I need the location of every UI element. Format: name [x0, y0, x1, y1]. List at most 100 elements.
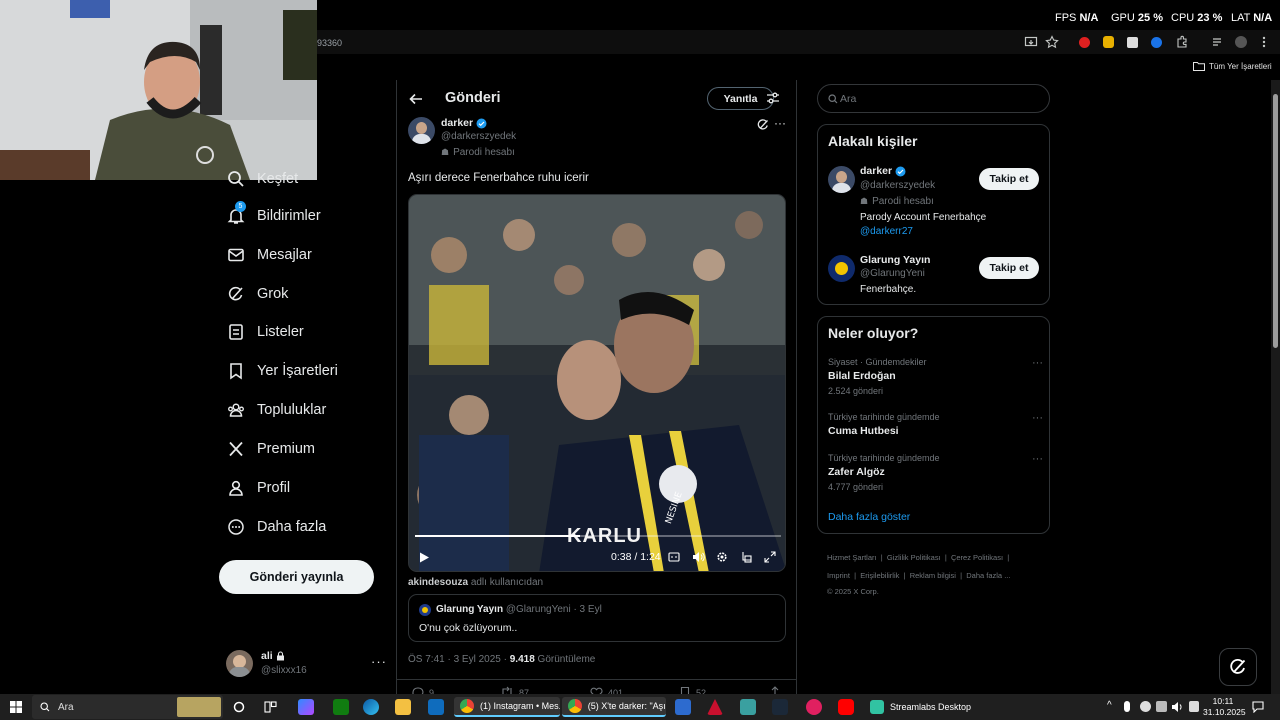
post-button[interactable]: Gönderi yayınla [219, 560, 374, 594]
trend-more-icon[interactable]: ··· [1032, 453, 1043, 465]
taskbar-app[interactable] [333, 697, 349, 717]
nav-messages[interactable]: Mesajlar [226, 240, 312, 270]
taskbar-instagram-window[interactable]: (1) Instagram • Mes... [454, 697, 560, 717]
search-box[interactable]: Ara [817, 84, 1050, 113]
video-progress-track[interactable] [415, 535, 781, 537]
author-avatar[interactable] [408, 117, 435, 144]
trend-item[interactable]: Türkiye tarihinde gündemde Cuma Hutbesi … [828, 412, 1043, 437]
author-handle[interactable]: @darkerszyedek [441, 131, 516, 142]
taskbar-app[interactable] [363, 697, 379, 717]
footer-link[interactable]: Reklam bilgisi [910, 571, 956, 580]
captions-icon[interactable] [668, 551, 680, 563]
taskbar-app[interactable] [806, 697, 822, 717]
person-bio-link[interactable]: @darkerr27 [860, 226, 913, 237]
author-name[interactable]: darker [441, 117, 473, 129]
reply-button[interactable]: Yanıtla [707, 87, 774, 110]
nav-grok[interactable]: Grok [226, 279, 288, 309]
extension-red-icon[interactable] [1079, 37, 1090, 48]
footer-link[interactable]: Imprint [827, 571, 850, 580]
nav-bookmarks[interactable]: Yer İşaretleri [226, 356, 338, 386]
nav-notifications[interactable]: 5 Bildirimler [226, 201, 321, 231]
post-timestamp[interactable]: ÖS 7:41 · 3 Eyl 2025 · [408, 654, 507, 665]
cortana-icon[interactable] [233, 701, 245, 713]
fullscreen-icon[interactable] [764, 551, 776, 563]
footer-link[interactable]: Erişilebilirlik [860, 571, 899, 580]
profile-avatar-icon[interactable] [1235, 36, 1247, 48]
address-bar[interactable]: 93360 [317, 38, 342, 48]
install-app-icon[interactable] [1024, 35, 1038, 49]
notifications-icon[interactable] [1252, 701, 1264, 713]
footer-link[interactable]: Gizlilik Politikası [887, 553, 941, 562]
all-bookmarks-button[interactable]: Tüm Yer İşaretleri [1193, 61, 1272, 71]
post-more-icon[interactable]: ··· [774, 116, 786, 130]
clock[interactable]: 10:11 31.10.2025 [1203, 696, 1246, 718]
taskbar-app[interactable] [772, 697, 788, 717]
taskbar-search[interactable]: Ara [32, 695, 223, 719]
grok-floating-button[interactable] [1219, 648, 1257, 686]
footer-link[interactable]: Hizmet Şartları [827, 553, 877, 562]
quoted-post[interactable]: Glarung Yayın @GlarungYeni · 3 Eyl O'nu … [408, 594, 786, 642]
media-control-icon[interactable] [1211, 35, 1225, 49]
account-more-icon[interactable]: ··· [371, 654, 387, 669]
settings-gear-icon[interactable] [716, 551, 728, 563]
taskbar-streamlabs-window[interactable]: Streamlabs Desktop [866, 697, 972, 717]
tray-app-icon[interactable] [1140, 701, 1151, 712]
tray-chevron-icon[interactable]: ^ [1107, 700, 1112, 711]
network-icon[interactable] [1156, 701, 1167, 712]
follow-button[interactable]: Takip et [979, 257, 1039, 279]
language-icon[interactable] [1189, 701, 1199, 712]
taskbar-app[interactable] [428, 697, 444, 717]
taskbar-app[interactable] [740, 697, 756, 717]
person-bio: Parody Account Fenerbahçe [860, 212, 987, 223]
taskbar-app[interactable] [675, 697, 691, 717]
search-input[interactable]: Ara [840, 93, 856, 105]
follow-button[interactable]: Takip et [979, 168, 1039, 190]
account-switcher[interactable]: ali @slixxx16 ··· [226, 649, 386, 679]
extension-blue-icon[interactable] [1151, 37, 1162, 48]
nav-communities[interactable]: Topluluklar [226, 395, 326, 425]
nav-lists[interactable]: Listeler [226, 317, 304, 347]
taskbar-app[interactable] [298, 697, 314, 717]
menu-dots-icon[interactable] [1257, 35, 1271, 49]
trend-item[interactable]: Siyaset · Gündemdekiler Bilal Erdoğan 2.… [828, 357, 1043, 396]
back-arrow-icon[interactable] [409, 92, 423, 106]
taskbar-app[interactable] [707, 697, 723, 717]
extension-shield-icon[interactable] [1103, 36, 1114, 48]
play-icon[interactable] [418, 551, 430, 564]
trend-more-icon[interactable]: ··· [1032, 357, 1043, 369]
video-frame-image: NESINE [409, 195, 785, 571]
footer-link[interactable]: Çerez Politikası [951, 553, 1003, 562]
extension-grid-icon[interactable] [1127, 37, 1138, 48]
filter-settings-icon[interactable] [766, 91, 780, 105]
volume-icon[interactable] [692, 551, 705, 563]
nav-profile[interactable]: Profil [226, 473, 290, 503]
person-name[interactable]: Glarung Yayın [860, 254, 930, 266]
store-icon [428, 699, 444, 715]
show-more-link[interactable]: Daha fazla göster [828, 511, 910, 523]
extensions-puzzle-icon[interactable] [1175, 35, 1189, 49]
taskbar-x-window[interactable]: (5) X'te darker: "Aşı... [562, 697, 666, 717]
taskbar-app[interactable] [395, 697, 411, 717]
trend-item[interactable]: Türkiye tarihinde gündemde Zafer Algöz 4… [828, 453, 1043, 492]
volume-icon[interactable] [1171, 701, 1184, 713]
picture-in-picture-icon[interactable] [740, 551, 752, 563]
trend-more-icon[interactable]: ··· [1032, 412, 1043, 424]
video-player[interactable]: NESINE KARLU 0:38 / 1:24 [408, 194, 786, 572]
windows-start-icon[interactable] [10, 701, 22, 713]
nav-premium[interactable]: Premium [226, 434, 315, 464]
taskbar-search-input[interactable]: Ara [58, 702, 74, 713]
scrollbar-thumb[interactable] [1273, 94, 1278, 348]
avatar[interactable] [828, 255, 855, 282]
taskbar-app[interactable] [838, 697, 854, 717]
nav-explore[interactable]: Keşfet [226, 164, 298, 194]
footer-link[interactable]: Daha fazla ... [966, 571, 1010, 580]
grok-explain-icon[interactable] [756, 118, 769, 131]
avatar[interactable] [828, 166, 855, 193]
person-name[interactable]: darker [860, 165, 892, 177]
microphone-icon[interactable] [1124, 701, 1130, 712]
scrollbar[interactable] [1271, 80, 1280, 694]
task-view-icon[interactable] [264, 701, 277, 713]
nav-more[interactable]: Daha fazla [226, 512, 326, 542]
star-icon[interactable] [1045, 35, 1059, 49]
attribution-user[interactable]: akindesouza [408, 577, 468, 588]
